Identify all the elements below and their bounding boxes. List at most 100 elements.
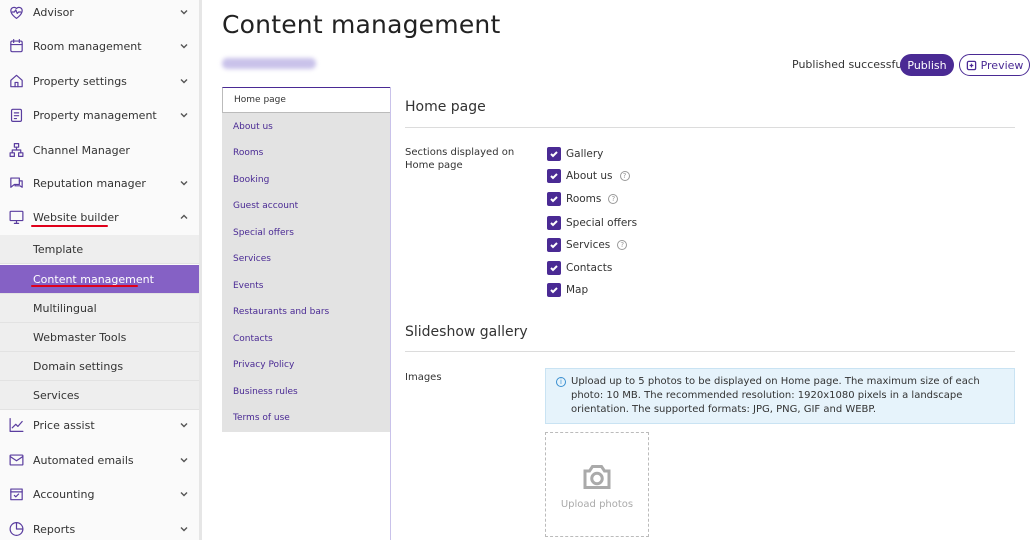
content-menu: Home page About us Rooms Booking Guest a… (222, 87, 391, 432)
sitemap-icon (8, 142, 25, 159)
content-menu-business-rules[interactable]: Business rules (222, 379, 391, 405)
upload-info-text: Upload up to 5 photos to be displayed on… (571, 376, 980, 415)
upload-photos-label: Upload photos (560, 499, 634, 510)
chevron-down-icon (179, 455, 189, 465)
content-menu-services[interactable]: Services (222, 246, 391, 272)
sidebar-item-label: Reputation manager (33, 176, 146, 190)
checkbox-label: Gallery (566, 148, 604, 160)
check-icon (550, 287, 558, 294)
sidebar-item-label: Price assist (33, 418, 95, 432)
sidebar-item-label: Room management (33, 39, 142, 53)
sidebar-subitem-multilingual[interactable]: Multilingual (0, 294, 199, 323)
checkbox-label: Map (566, 284, 589, 296)
content-divider (390, 87, 391, 540)
content-menu-events[interactable]: Events (222, 273, 391, 299)
help-icon[interactable]: ? (619, 171, 630, 181)
publish-button-label: Publish (907, 58, 947, 72)
checkbox[interactable] (547, 216, 561, 230)
blurred-site-link[interactable] (222, 58, 316, 69)
content-menu-label: Booking (233, 175, 270, 185)
content-menu-label: Business rules (233, 387, 298, 397)
section-divider (405, 127, 1015, 128)
content-menu-label: Privacy Policy (233, 360, 295, 370)
chevron-down-icon (179, 7, 189, 17)
checkbox[interactable] (547, 283, 561, 297)
sidebar-subitem-content-management[interactable]: Content management (0, 265, 199, 294)
check-icon (550, 151, 558, 158)
content-menu-booking[interactable]: Booking (222, 167, 391, 193)
checkbox[interactable] (547, 238, 561, 252)
content-menu-restaurants-and-bars[interactable]: Restaurants and bars (222, 299, 391, 325)
section-map[interactable]: Map (547, 282, 588, 298)
section-about-us[interactable]: About us ? (547, 168, 630, 184)
sidebar-item-reputation-manager[interactable]: Reputation manager (0, 166, 199, 200)
heart-pulse-icon (8, 4, 25, 21)
sidebar-subitem-label: Template (33, 242, 84, 256)
sidebar-subitem-webmaster-tools[interactable]: Webmaster Tools (0, 323, 199, 352)
checkbox[interactable] (547, 147, 561, 161)
sidebar-item-property-management[interactable]: Property management (0, 98, 199, 132)
help-icon[interactable]: ? (617, 240, 628, 250)
content-menu-rooms[interactable]: Rooms (222, 140, 391, 166)
content-menu-terms-of-use[interactable]: Terms of use (222, 405, 391, 431)
camera-icon (583, 465, 611, 489)
check-icon (550, 242, 558, 249)
sidebar-item-reports[interactable]: Reports (0, 512, 199, 540)
chevron-down-icon (179, 524, 189, 534)
section-divider (405, 351, 1015, 352)
content-menu-guest-account[interactable]: Guest account (222, 193, 391, 219)
publish-status: Published successfully (792, 58, 915, 71)
help-icon[interactable]: ? (608, 194, 619, 204)
sidebar-subitem-template[interactable]: Template (0, 235, 199, 264)
checkbox[interactable] (547, 261, 561, 275)
calendar-icon (8, 38, 25, 55)
sidebar-item-advisor[interactable]: Advisor (0, 0, 199, 29)
content-menu-privacy-policy[interactable]: Privacy Policy (222, 352, 391, 378)
sidebar-item-property-settings[interactable]: Property settings (0, 64, 199, 98)
sidebar-subitem-domain-settings[interactable]: Domain settings (0, 352, 199, 381)
checkbox-label: Services (566, 239, 611, 251)
sidebar-subitem-services[interactable]: Services (0, 381, 199, 410)
sidebar-item-price-assist[interactable]: Price assist (0, 408, 199, 442)
sidebar-item-website-builder[interactable]: Website builder (0, 200, 199, 234)
content-menu-label: Services (233, 254, 271, 264)
content-menu-about-us[interactable]: About us (222, 114, 391, 140)
content-menu-contacts[interactable]: Contacts (222, 326, 391, 352)
checkbox[interactable] (547, 192, 561, 206)
sidebar-item-accounting[interactable]: Accounting (0, 477, 199, 511)
highlight-underline (31, 225, 108, 227)
content-menu-label: Restaurants and bars (233, 307, 330, 317)
sidebar-item-label: Property management (33, 108, 157, 122)
chevron-down-icon (179, 41, 189, 51)
section-contacts[interactable]: Contacts (547, 260, 612, 276)
images-label: Images (405, 372, 442, 383)
content-menu-label: Special offers (233, 228, 294, 238)
content-menu-special-offers[interactable]: Special offers (222, 220, 391, 246)
preview-button[interactable]: Preview (959, 54, 1030, 76)
content-menu-home-page[interactable]: Home page (222, 87, 391, 113)
sidebar-item-room-management[interactable]: Room management (0, 29, 199, 63)
section-services[interactable]: Services ? (547, 237, 628, 253)
checkbox[interactable] (547, 169, 561, 183)
section-special-offers[interactable]: Special offers (547, 215, 637, 231)
section-rooms[interactable]: Rooms ? (547, 191, 619, 207)
sidebar-item-automated-emails[interactable]: Automated emails (0, 443, 199, 477)
clipboard-icon (8, 107, 25, 124)
content-menu-label: About us (233, 122, 273, 132)
check-icon (550, 265, 558, 272)
upload-photos-dropzone[interactable]: Upload photos (545, 432, 649, 537)
upload-info-box: i Upload up to 5 photos to be displayed … (545, 368, 1015, 424)
chat-icon (8, 175, 25, 192)
sidebar: Advisor Room management Property setting… (0, 0, 202, 540)
check-icon (550, 196, 558, 203)
sidebar-item-channel-manager[interactable]: Channel Manager (0, 133, 199, 167)
home-icon (8, 73, 25, 90)
chevron-down-icon (179, 420, 189, 430)
mail-icon (8, 452, 25, 469)
chevron-down-icon (179, 178, 189, 188)
publish-button[interactable]: Publish (900, 54, 954, 76)
sidebar-subitem-label: Domain settings (33, 359, 124, 373)
monitor-icon (8, 209, 25, 226)
section-gallery[interactable]: Gallery (547, 146, 603, 162)
chevron-up-icon (179, 212, 189, 222)
